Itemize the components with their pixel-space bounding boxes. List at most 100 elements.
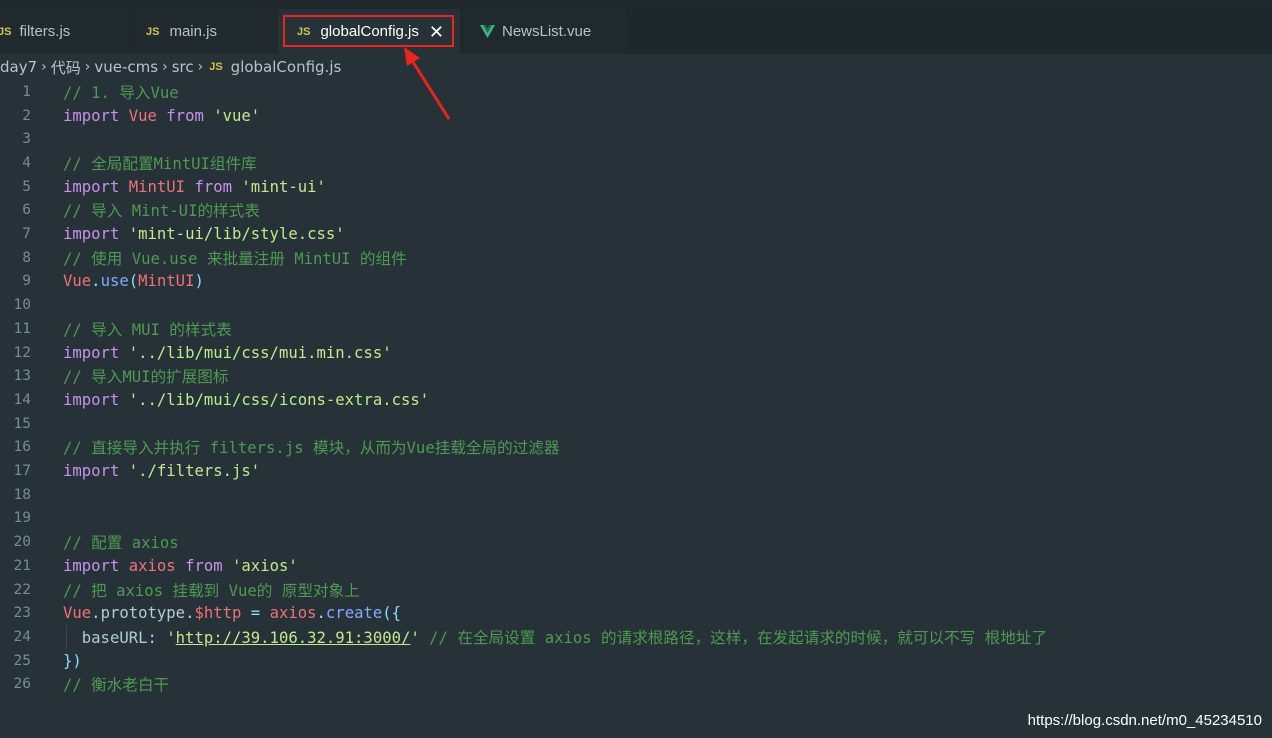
chevron-right-icon: › <box>84 59 91 75</box>
code-line[interactable]: 10 <box>0 293 1272 317</box>
code-line[interactable]: 8 // 使用 Vue.use 来批量注册 MintUI 的组件 <box>0 246 1272 270</box>
title-strip <box>0 0 1272 9</box>
code-line[interactable]: 1 // 1. 导入Vue <box>0 80 1272 104</box>
code-text: // 衡水老白干 <box>63 673 169 695</box>
line-number: 5 <box>22 178 31 195</box>
code-token: import <box>63 556 120 575</box>
line-number: 7 <box>22 226 31 243</box>
line-number: 10 <box>13 297 31 314</box>
line-number: 8 <box>22 249 31 266</box>
line-number: 18 <box>13 486 31 503</box>
code-token: . <box>91 604 101 623</box>
code-token: './filters.js' <box>128 462 261 481</box>
code-line[interactable]: 11 // 导入 MUI 的样式表 <box>0 317 1272 341</box>
code-token: '../lib/mui/css/mui.min.css' <box>128 343 392 362</box>
code-token: // 1. 导入Vue <box>63 83 179 102</box>
code-text: import 'mint-ui/lib/style.css' <box>63 225 345 243</box>
line-number: 20 <box>13 534 31 551</box>
code-line[interactable]: 5 import MintUI from 'mint-ui' <box>0 175 1272 199</box>
code-line[interactable]: 14 import '../lib/mui/css/icons-extra.css… <box>0 388 1272 412</box>
line-number: 11 <box>13 320 31 337</box>
line-number: 9 <box>22 273 31 290</box>
code-line[interactable]: 17 import './filters.js' <box>0 459 1272 483</box>
code-text: // 使用 Vue.use 来批量注册 MintUI 的组件 <box>63 247 407 269</box>
code-line[interactable]: 12 import '../lib/mui/css/mui.min.css' <box>0 341 1272 365</box>
code-token: 'mint-ui' <box>241 177 326 196</box>
breadcrumb-item[interactable]: src <box>172 58 194 76</box>
js-file-icon: JS <box>209 61 223 73</box>
line-number: 15 <box>13 415 31 432</box>
tab-main-js[interactable]: JS main.js <box>129 9 277 54</box>
code-token: // 衡水老白干 <box>63 676 170 695</box>
code-token: '../lib/mui/css/icons-extra.css' <box>128 390 430 409</box>
code-line[interactable]: 9 Vue.use(MintUI) <box>0 270 1272 294</box>
code-token: ( <box>128 272 139 291</box>
breadcrumb: day7 › 代码 › vue-cms › src › JS globalCon… <box>0 54 1272 80</box>
chevron-right-icon: › <box>162 59 168 75</box>
code-token: import <box>63 390 120 409</box>
breadcrumb-item[interactable]: vue-cms <box>94 58 158 76</box>
code-token: import <box>63 106 120 125</box>
code-token: = <box>250 604 261 623</box>
code-line[interactable]: 22 // 把 axios 挂载到 Vue的 原型对象上 <box>0 578 1272 602</box>
code-line[interactable]: 25}) <box>0 649 1272 673</box>
chevron-right-icon: › <box>197 59 204 75</box>
breadcrumb-item[interactable]: day7 <box>0 58 37 76</box>
breadcrumb-item[interactable]: 代码 <box>51 57 81 78</box>
code-line[interactable]: 3 <box>0 127 1272 151</box>
code-line[interactable]: 16 // 直接导入并执行 filters.js 模块，从而为Vue挂载全局的过滤… <box>0 436 1272 460</box>
code-token: : <box>147 628 157 647</box>
code-token: MintUI <box>138 272 195 291</box>
code-line[interactable]: 6 // 导入 Mint-UI的样式表 <box>0 199 1272 223</box>
code-token: axios <box>128 556 176 575</box>
code-text: // 导入 Mint-UI的样式表 <box>63 199 260 221</box>
code-token: ' <box>166 628 176 647</box>
code-token: ({ <box>382 604 402 623</box>
code-token: // 把 axios 挂载到 Vue的 原型对象上 <box>63 581 360 600</box>
code-token: 'mint-ui/lib/style.css' <box>128 225 345 244</box>
code-text: Vue.prototype.$http = axios.create({ <box>63 604 401 622</box>
line-number: 14 <box>13 391 31 408</box>
tab-label: filters.js <box>19 23 71 40</box>
code-line[interactable]: 20 // 配置 axios <box>0 530 1272 554</box>
line-number: 6 <box>22 202 31 219</box>
code-line[interactable]: 21 import axios from 'axios' <box>0 554 1272 578</box>
tab-filters-js[interactable]: JS filters.js <box>0 9 128 54</box>
code-line[interactable]: 26 // 衡水老白干 <box>0 673 1272 697</box>
code-line[interactable]: 4 // 全局配置MintUI组件库 <box>0 151 1272 175</box>
code-editor[interactable]: 1 // 1. 导入Vue 2 import Vue from 'vue' 3 4 // 全… <box>0 80 1272 720</box>
code-line[interactable]: 7 import 'mint-ui/lib/style.css' <box>0 222 1272 246</box>
code-token: axios <box>269 604 317 623</box>
code-line[interactable]: 2 import Vue from 'vue' <box>0 104 1272 128</box>
line-number: 12 <box>13 344 31 361</box>
code-line[interactable]: 19 <box>0 507 1272 531</box>
code-token: import <box>63 225 120 244</box>
code-token: 'vue' <box>213 106 261 125</box>
breadcrumb-file[interactable]: globalConfig.js <box>231 58 342 76</box>
code-line[interactable]: 23 Vue.prototype.$http = axios.create({ <box>0 601 1272 625</box>
code-text: // 导入MUI的扩展图标 <box>63 365 229 387</box>
watermark: https://blog.csdn.net/m0_45234510 <box>1027 712 1262 729</box>
chevron-right-icon: › <box>41 59 47 75</box>
line-number: 24 <box>13 628 31 645</box>
tab-label: NewsList.vue <box>502 23 592 40</box>
tab-newslist-vue[interactable]: NewsList.vue <box>461 9 627 54</box>
line-number: 26 <box>13 676 31 693</box>
code-text: import Vue from 'vue' <box>63 107 260 125</box>
code-text: import '../lib/mui/css/mui.min.css' <box>63 344 392 362</box>
code-line[interactable]: 15 <box>0 412 1272 436</box>
code-token: // 在全局设置 axios 的请求根路径，这样，在发起请求的时候，就可以不写 … <box>429 628 1048 647</box>
code-text: baseURL: 'http://39.106.32.91:3000/' // … <box>63 626 1047 648</box>
code-line[interactable]: 24 baseURL: 'http://39.106.32.91:3000/' … <box>0 625 1272 649</box>
code-line[interactable]: 13 // 导入MUI的扩展图标 <box>0 364 1272 388</box>
code-line[interactable]: 18 <box>0 483 1272 507</box>
code-token: . <box>316 604 326 623</box>
code-text: import './filters.js' <box>63 462 260 480</box>
line-number: 13 <box>13 368 31 385</box>
